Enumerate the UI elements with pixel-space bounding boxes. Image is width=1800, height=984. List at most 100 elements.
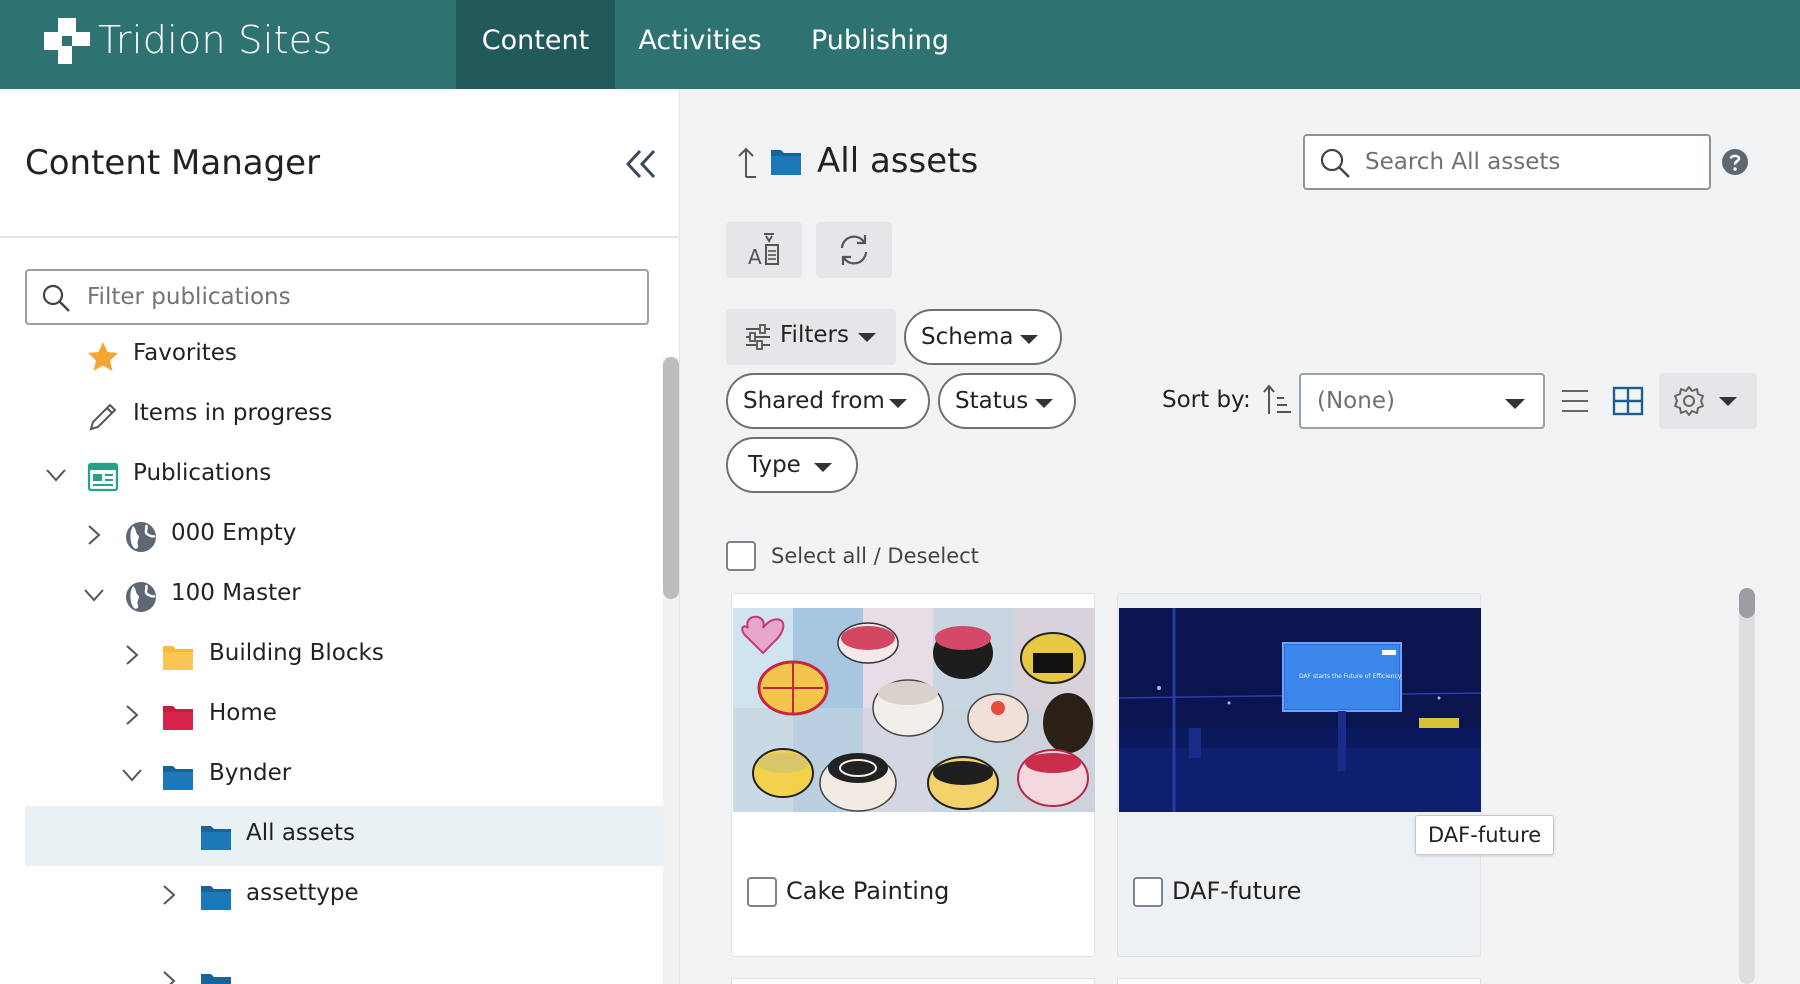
chevron-right-icon[interactable] <box>156 882 182 908</box>
chevron-right-icon[interactable] <box>119 642 145 668</box>
asset-title: DAF-future <box>1172 877 1302 905</box>
sort-by-label: Sort by: <box>1162 387 1251 413</box>
tree-item-bynder[interactable]: Bynder <box>25 746 663 806</box>
tree-item-favorites[interactable]: Favorites <box>25 326 663 386</box>
asset-select-checkbox[interactable] <box>1133 877 1163 907</box>
chevron-down-icon[interactable] <box>43 462 69 488</box>
nav-tab-content[interactable]: Content <box>456 0 615 89</box>
tree-item-label: Favorites <box>133 340 237 366</box>
assets-scrollbar[interactable] <box>1739 588 1755 984</box>
top-navigation-bar: Tridion Sites Content Activities Publish… <box>0 0 1800 89</box>
tree-item-label: All assets <box>246 820 356 846</box>
caret-down-icon <box>1035 399 1053 408</box>
billboard-text: DAF starts the Future of Efficiency <box>1299 673 1402 680</box>
folder-icon <box>163 706 193 730</box>
tree-item-label: assettype <box>246 880 359 906</box>
caret-down-icon <box>1505 399 1525 409</box>
content-manager-panel: Content Manager Favorites Items in progr… <box>0 89 680 984</box>
chip-label: Status <box>955 388 1029 414</box>
tree-item-home[interactable]: Home <box>25 686 663 746</box>
panel-title: Content Manager <box>25 143 321 183</box>
sort-by-value: (None) <box>1317 388 1395 414</box>
tree-item-publications[interactable]: Publications <box>25 446 663 506</box>
collapse-panel-icon[interactable] <box>622 145 660 183</box>
globe-icon <box>126 522 156 552</box>
select-all-label[interactable]: Select all / Deselect <box>771 544 979 568</box>
tree-item-label: 100 Master <box>171 580 301 606</box>
tree-item-items-in-progress[interactable]: Items in progress <box>25 386 663 446</box>
folder-icon <box>163 646 193 670</box>
sliders-icon <box>746 324 770 350</box>
asset-title: Cake Painting <box>786 877 950 905</box>
asset-select-checkbox[interactable] <box>747 877 777 907</box>
refresh-icon <box>840 235 868 265</box>
search-assets-input[interactable] <box>1365 144 1695 180</box>
tree-scrollbar-thumb[interactable] <box>663 357 679 599</box>
tree-item-label: Home <box>209 700 277 726</box>
gear-icon <box>1674 386 1704 416</box>
chevron-down-icon[interactable] <box>81 582 107 608</box>
caret-down-icon <box>889 399 907 408</box>
sort-by-select[interactable]: (None) <box>1299 373 1545 429</box>
help-icon[interactable] <box>1721 148 1749 176</box>
navigate-up-icon[interactable] <box>734 146 760 180</box>
tree-item-label: Building Blocks <box>209 640 384 666</box>
tree-item-label: 000 Empty <box>171 520 297 546</box>
asset-card-cake-painting[interactable]: Cake Painting <box>731 593 1095 957</box>
asset-card-partial[interactable] <box>731 978 1095 984</box>
status-filter[interactable]: Status <box>938 373 1076 429</box>
tooltip: DAF-future <box>1415 815 1555 855</box>
filter-publications-field[interactable] <box>25 269 649 325</box>
tree-item-000-empty[interactable]: 000 Empty <box>25 506 663 566</box>
view-settings-button[interactable] <box>1659 373 1757 429</box>
caret-down-icon <box>1020 335 1038 344</box>
caret-down-icon <box>814 463 832 472</box>
nav-tab-publishing[interactable]: Publishing <box>795 0 965 89</box>
folder-icon <box>771 150 801 175</box>
filter-publications-input[interactable] <box>87 279 627 315</box>
chevron-right-icon[interactable] <box>119 702 145 728</box>
grid-view-icon[interactable] <box>1612 386 1644 416</box>
caret-down-icon <box>858 333 876 342</box>
sort-ascending-icon[interactable] <box>1262 384 1292 416</box>
schema-filter[interactable]: Schema <box>904 309 1062 365</box>
chip-label: Filters <box>780 322 849 348</box>
assets-scrollbar-thumb[interactable] <box>1739 588 1755 618</box>
folder-icon <box>201 886 231 910</box>
globe-icon <box>126 582 156 612</box>
list-view-icon[interactable] <box>1560 386 1590 416</box>
publications-icon <box>87 462 119 492</box>
folder-icon <box>163 766 193 790</box>
filters-button[interactable]: Filters <box>726 309 896 365</box>
tree-item-label: Publications <box>133 460 272 486</box>
chevron-right-icon[interactable] <box>156 968 182 984</box>
caret-down-icon <box>1719 397 1737 406</box>
tridion-logo-icon <box>44 18 90 64</box>
chip-label: Schema <box>921 324 1014 350</box>
tree-item-building-blocks[interactable]: Building Blocks <box>25 626 663 686</box>
tree-item-all-assets[interactable]: All assets <box>25 806 663 866</box>
tree-item-label: Bynder <box>209 760 292 786</box>
shared-from-filter[interactable]: Shared from <box>726 373 930 429</box>
chevron-right-icon[interactable] <box>81 522 107 548</box>
refresh-button[interactable] <box>816 222 892 278</box>
nav-tab-activities[interactable]: Activities <box>625 0 775 89</box>
folder-icon <box>201 974 231 984</box>
page-title: All assets <box>817 141 979 181</box>
select-all-checkbox[interactable] <box>726 541 756 571</box>
search-assets-field[interactable] <box>1303 134 1711 190</box>
translate-icon: A <box>748 233 779 268</box>
chevron-down-icon[interactable] <box>119 762 145 788</box>
type-filter[interactable]: Type <box>726 437 858 493</box>
tree-item-100-master[interactable]: 100 Master <box>25 566 663 626</box>
asset-card-daf-future[interactable]: DAF starts the Future of Efficiency DAF-… <box>1117 593 1481 957</box>
chip-label: Shared from <box>743 388 885 414</box>
tree-item-partial[interactable] <box>25 926 663 984</box>
tree-item-assettype[interactable]: assettype <box>25 866 663 926</box>
folder-icon <box>201 826 231 850</box>
translate-button[interactable]: A <box>726 222 802 278</box>
svg-text:A: A <box>748 245 762 268</box>
asset-card-partial[interactable] <box>1117 978 1481 984</box>
chip-label: Type <box>748 452 801 478</box>
daf-future-thumbnail: DAF starts the Future of Efficiency <box>1119 608 1481 812</box>
